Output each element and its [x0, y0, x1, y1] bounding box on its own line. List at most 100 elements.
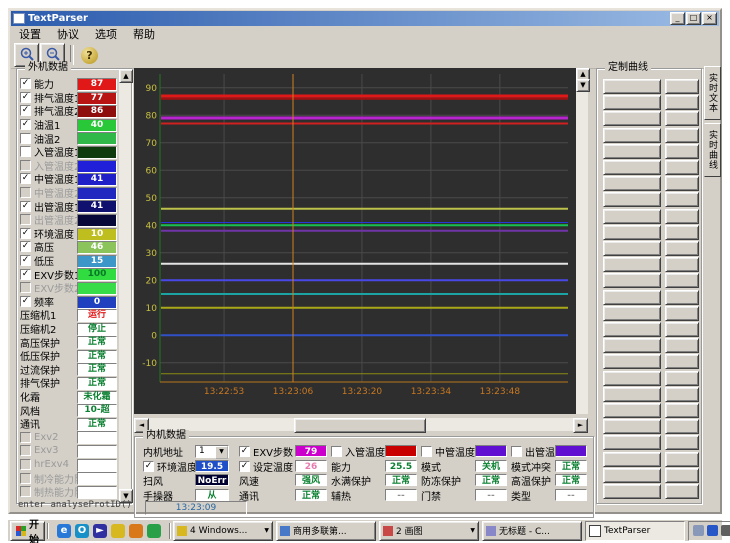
curve-name-button[interactable]: [603, 484, 661, 499]
curve-name-button[interactable]: [603, 111, 661, 126]
curve-value-button[interactable]: [665, 468, 699, 483]
checkbox[interactable]: ✓: [239, 461, 250, 472]
curve-name-button[interactable]: [603, 354, 661, 369]
curve-value-button[interactable]: [665, 403, 699, 418]
scrollbar-thumb[interactable]: [294, 418, 426, 433]
media-player-icon[interactable]: ►: [93, 524, 107, 538]
curve-value-button[interactable]: [665, 128, 699, 143]
tray-bird-icon[interactable]: [693, 525, 704, 536]
tray-u-icon[interactable]: [707, 525, 718, 536]
curve-name-button[interactable]: [603, 403, 661, 418]
scroll-right-icon[interactable]: ►: [573, 418, 588, 433]
checkbox[interactable]: ✓: [20, 105, 31, 116]
curve-value-button[interactable]: [665, 225, 699, 240]
checkbox[interactable]: ✓: [20, 92, 31, 103]
curve-name-button[interactable]: [603, 435, 661, 450]
curve-value-button[interactable]: [665, 387, 699, 402]
curve-value-button[interactable]: [665, 306, 699, 321]
close-button[interactable]: ×: [702, 12, 717, 25]
chevron-down-icon[interactable]: ▼: [215, 446, 228, 459]
sidebar-scrollbar[interactable]: ▲ ▼: [119, 69, 131, 503]
ie-icon[interactable]: e: [57, 524, 71, 538]
curve-name-button[interactable]: [603, 95, 661, 110]
minimize-button[interactable]: _: [670, 12, 685, 25]
curve-name-button[interactable]: [603, 128, 661, 143]
scroll-down-icon[interactable]: ▼: [576, 79, 590, 92]
curve-value-button[interactable]: [665, 176, 699, 191]
curve-value-button[interactable]: [665, 452, 699, 467]
curve-value-button[interactable]: [665, 144, 699, 159]
curve-value-button[interactable]: [665, 209, 699, 224]
curve-name-button[interactable]: [603, 419, 661, 434]
task-button[interactable]: 2 画图▼: [379, 521, 479, 541]
chart-vertical-scrollbar[interactable]: ▲ ▼: [576, 68, 588, 414]
curve-name-button[interactable]: [603, 176, 661, 191]
checkbox[interactable]: ✓: [239, 446, 250, 457]
curve-value-button[interactable]: [665, 192, 699, 207]
curve-value-button[interactable]: [665, 111, 699, 126]
curve-value-button[interactable]: [665, 435, 699, 450]
curve-name-button[interactable]: [603, 257, 661, 272]
curve-value-button[interactable]: [665, 241, 699, 256]
checkbox[interactable]: [20, 146, 31, 157]
curve-name-button[interactable]: [603, 468, 661, 483]
checkbox[interactable]: [331, 446, 342, 457]
curve-name-button[interactable]: [603, 290, 661, 305]
curve-value-button[interactable]: [665, 160, 699, 175]
checkbox[interactable]: ✓: [20, 173, 31, 184]
curve-value-button[interactable]: [665, 484, 699, 499]
folder-yellow-icon[interactable]: [111, 524, 125, 538]
task-button[interactable]: 商用多联第...: [276, 521, 376, 541]
curve-name-button[interactable]: [603, 209, 661, 224]
tab-realtime-curve[interactable]: 实时曲线: [704, 123, 721, 177]
checkbox[interactable]: [421, 446, 432, 457]
title-bar[interactable]: TextParser _ □ ×: [11, 11, 719, 26]
scroll-up-icon[interactable]: ▲: [119, 69, 133, 83]
task-button[interactable]: TextParser: [585, 521, 685, 541]
curve-name-button[interactable]: [603, 273, 661, 288]
curve-value-button[interactable]: [665, 419, 699, 434]
curve-value-button[interactable]: [665, 371, 699, 386]
indoor-address-dropdown[interactable]: 1▼: [195, 445, 229, 458]
menu-item-1[interactable]: 协议: [49, 25, 87, 43]
restore-button[interactable]: □: [686, 12, 701, 25]
checkbox[interactable]: [511, 446, 522, 457]
checkbox[interactable]: ✓: [20, 78, 31, 89]
curve-name-button[interactable]: [603, 322, 661, 337]
tray-dot-icon[interactable]: [721, 525, 730, 536]
curve-name-button[interactable]: [603, 225, 661, 240]
checkbox[interactable]: [20, 133, 31, 144]
outlook-icon[interactable]: O: [75, 524, 89, 538]
curve-name-button[interactable]: [603, 160, 661, 175]
curve-value-button[interactable]: [665, 338, 699, 353]
start-button[interactable]: 开始: [10, 521, 45, 541]
curve-value-button[interactable]: [665, 273, 699, 288]
curve-value-button[interactable]: [665, 322, 699, 337]
trend-chart[interactable]: -10010203040506070809013:22:5313:23:0613…: [134, 68, 576, 417]
curve-name-button[interactable]: [603, 192, 661, 207]
chart-horizontal-scrollbar[interactable]: ◄ ►: [134, 418, 588, 431]
curve-name-button[interactable]: [603, 144, 661, 159]
checkbox[interactable]: ✓: [20, 119, 31, 130]
curve-name-button[interactable]: [603, 338, 661, 353]
menu-item-2[interactable]: 选项: [87, 25, 125, 43]
task-button[interactable]: 4 Windows...▼: [173, 521, 273, 541]
checkbox[interactable]: ✓: [20, 296, 31, 307]
task-button[interactable]: 无标题 - C...: [482, 521, 582, 541]
curve-value-button[interactable]: [665, 79, 699, 94]
curve-value-button[interactable]: [665, 95, 699, 110]
chevron-down-icon[interactable]: ▼: [264, 527, 269, 534]
curve-name-button[interactable]: [603, 452, 661, 467]
help-button[interactable]: ?: [78, 44, 101, 66]
curve-name-button[interactable]: [603, 371, 661, 386]
curve-name-button[interactable]: [603, 79, 661, 94]
checkbox[interactable]: ✓: [20, 255, 31, 266]
menu-item-3[interactable]: 帮助: [125, 25, 163, 43]
checkbox[interactable]: ✓: [20, 228, 31, 239]
curve-value-button[interactable]: [665, 354, 699, 369]
curve-value-button[interactable]: [665, 290, 699, 305]
shield-icon[interactable]: [147, 524, 161, 538]
curve-value-button[interactable]: [665, 257, 699, 272]
tab-realtime-text[interactable]: 实时文本: [704, 66, 721, 120]
curve-name-button[interactable]: [603, 306, 661, 321]
